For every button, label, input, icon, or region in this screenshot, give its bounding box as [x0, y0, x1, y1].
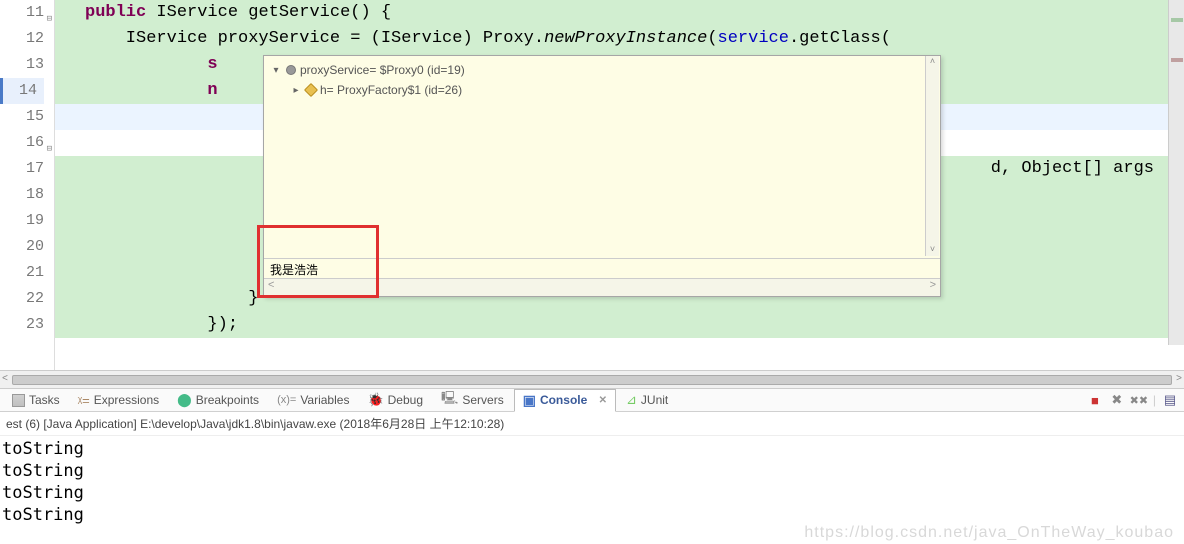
variable-icon: [286, 65, 296, 75]
console-output[interactable]: toString toString toString toString: [0, 436, 1184, 528]
expressions-icon: ᵡ=: [78, 393, 90, 408]
gutter-line: 20: [0, 234, 44, 260]
code-line-23[interactable]: });: [55, 312, 1184, 338]
junit-icon: ⊿: [626, 392, 637, 408]
console-icon: ▣: [523, 392, 536, 409]
tree-row-proxyservice[interactable]: ▾ proxyService= $Proxy0 (id=19): [270, 60, 934, 80]
hover-statusbar: < >: [264, 278, 940, 296]
gutter-line: 15: [0, 104, 44, 130]
tab-breakpoints[interactable]: ⬤Breakpoints: [169, 390, 267, 410]
chevron-right-icon[interactable]: ▸: [290, 85, 302, 96]
gutter-line: 12: [0, 26, 44, 52]
debug-hover-popup[interactable]: ▾ proxyService= $Proxy0 (id=19) ▸ h= Pro…: [263, 55, 941, 297]
tab-servers[interactable]: 🖳Servers: [433, 387, 512, 413]
gutter-line: 16: [0, 130, 44, 156]
gutter-line: 23: [0, 312, 44, 338]
tab-debug[interactable]: 🐞Debug: [359, 390, 431, 410]
popup-scrollbar[interactable]: ˄ ˅: [925, 56, 939, 256]
scroll-down-icon[interactable]: ˅: [926, 244, 939, 256]
hover-tostring-value: 我是浩浩: [270, 263, 318, 277]
close-icon[interactable]: ✕: [599, 395, 607, 406]
breakpoints-icon: ⬤: [177, 392, 192, 408]
terminate-button[interactable]: ■: [1087, 392, 1103, 408]
editor-horizontal-scrollbar[interactable]: < >: [0, 370, 1184, 388]
console-line: toString: [0, 460, 1184, 482]
chevron-down-icon[interactable]: ▾: [270, 65, 282, 76]
code-line-12[interactable]: IService proxyService = (IService) Proxy…: [55, 26, 1184, 52]
separator: |: [1153, 393, 1156, 407]
console-line: toString: [0, 482, 1184, 504]
nav-next-icon[interactable]: >: [930, 279, 936, 296]
hover-tree[interactable]: ▾ proxyService= $Proxy0 (id=19) ▸ h= Pro…: [264, 56, 940, 258]
tasks-icon: [12, 394, 25, 407]
gutter-line: 22: [0, 286, 44, 312]
tree-row-h[interactable]: ▸ h= ProxyFactory$1 (id=26): [270, 80, 934, 100]
remove-launch-button[interactable]: ✖: [1109, 392, 1125, 408]
scroll-right-icon[interactable]: >: [1176, 374, 1182, 385]
gutter-line: 19: [0, 208, 44, 234]
field-icon: [304, 83, 318, 97]
scroll-left-icon[interactable]: <: [2, 374, 8, 385]
views-tab-bar[interactable]: Tasks ᵡ=Expressions ⬤Breakpoints (x)=Var…: [0, 388, 1184, 412]
scroll-up-icon[interactable]: ˄: [926, 56, 939, 68]
console-process-label: est (6) [Java Application] E:\develop\Ja…: [0, 412, 1184, 436]
console-line: toString: [0, 504, 1184, 526]
pin-console-button[interactable]: ▤: [1162, 392, 1178, 408]
gutter-line: 13: [0, 52, 44, 78]
ruler-mark: [1171, 58, 1183, 62]
ruler-mark: [1171, 18, 1183, 22]
servers-icon: 🖳: [441, 389, 458, 411]
debug-icon: 🐞: [367, 392, 383, 408]
tab-junit[interactable]: ⊿JUnit: [618, 390, 676, 410]
line-gutter: 11 12 13 14 15 16 17 18 19 20 21 22 23: [0, 0, 55, 370]
variables-icon: (x)=: [277, 394, 296, 406]
console-line: toString: [0, 438, 1184, 460]
tab-expressions[interactable]: ᵡ=Expressions: [70, 391, 167, 410]
tab-variables[interactable]: (x)=Variables: [269, 391, 357, 409]
gutter-line: 11: [0, 0, 44, 26]
tree-label: proxyService= $Proxy0 (id=19): [300, 63, 465, 77]
overview-ruler[interactable]: [1168, 0, 1184, 345]
tab-tasks[interactable]: Tasks: [4, 391, 68, 409]
tree-label: h= ProxyFactory$1 (id=26): [320, 83, 462, 97]
console-toolbar: ■ ✖ ✖✖ | ▤: [1087, 392, 1178, 408]
gutter-line: 17: [0, 156, 44, 182]
code-line-11[interactable]: public IService getService() {: [55, 0, 1184, 26]
code-editor[interactable]: 11 12 13 14 15 16 17 18 19 20 21 22 23 p…: [0, 0, 1184, 370]
gutter-line-current: 14: [0, 78, 44, 104]
nav-prev-icon[interactable]: <: [268, 279, 274, 296]
gutter-line: 18: [0, 182, 44, 208]
scrollbar-thumb[interactable]: [12, 375, 1172, 385]
tab-console[interactable]: ▣Console ✕: [514, 389, 616, 412]
remove-all-button[interactable]: ✖✖: [1131, 392, 1147, 408]
hover-detail-pane: 我是浩浩: [264, 258, 940, 278]
gutter-line: 21: [0, 260, 44, 286]
